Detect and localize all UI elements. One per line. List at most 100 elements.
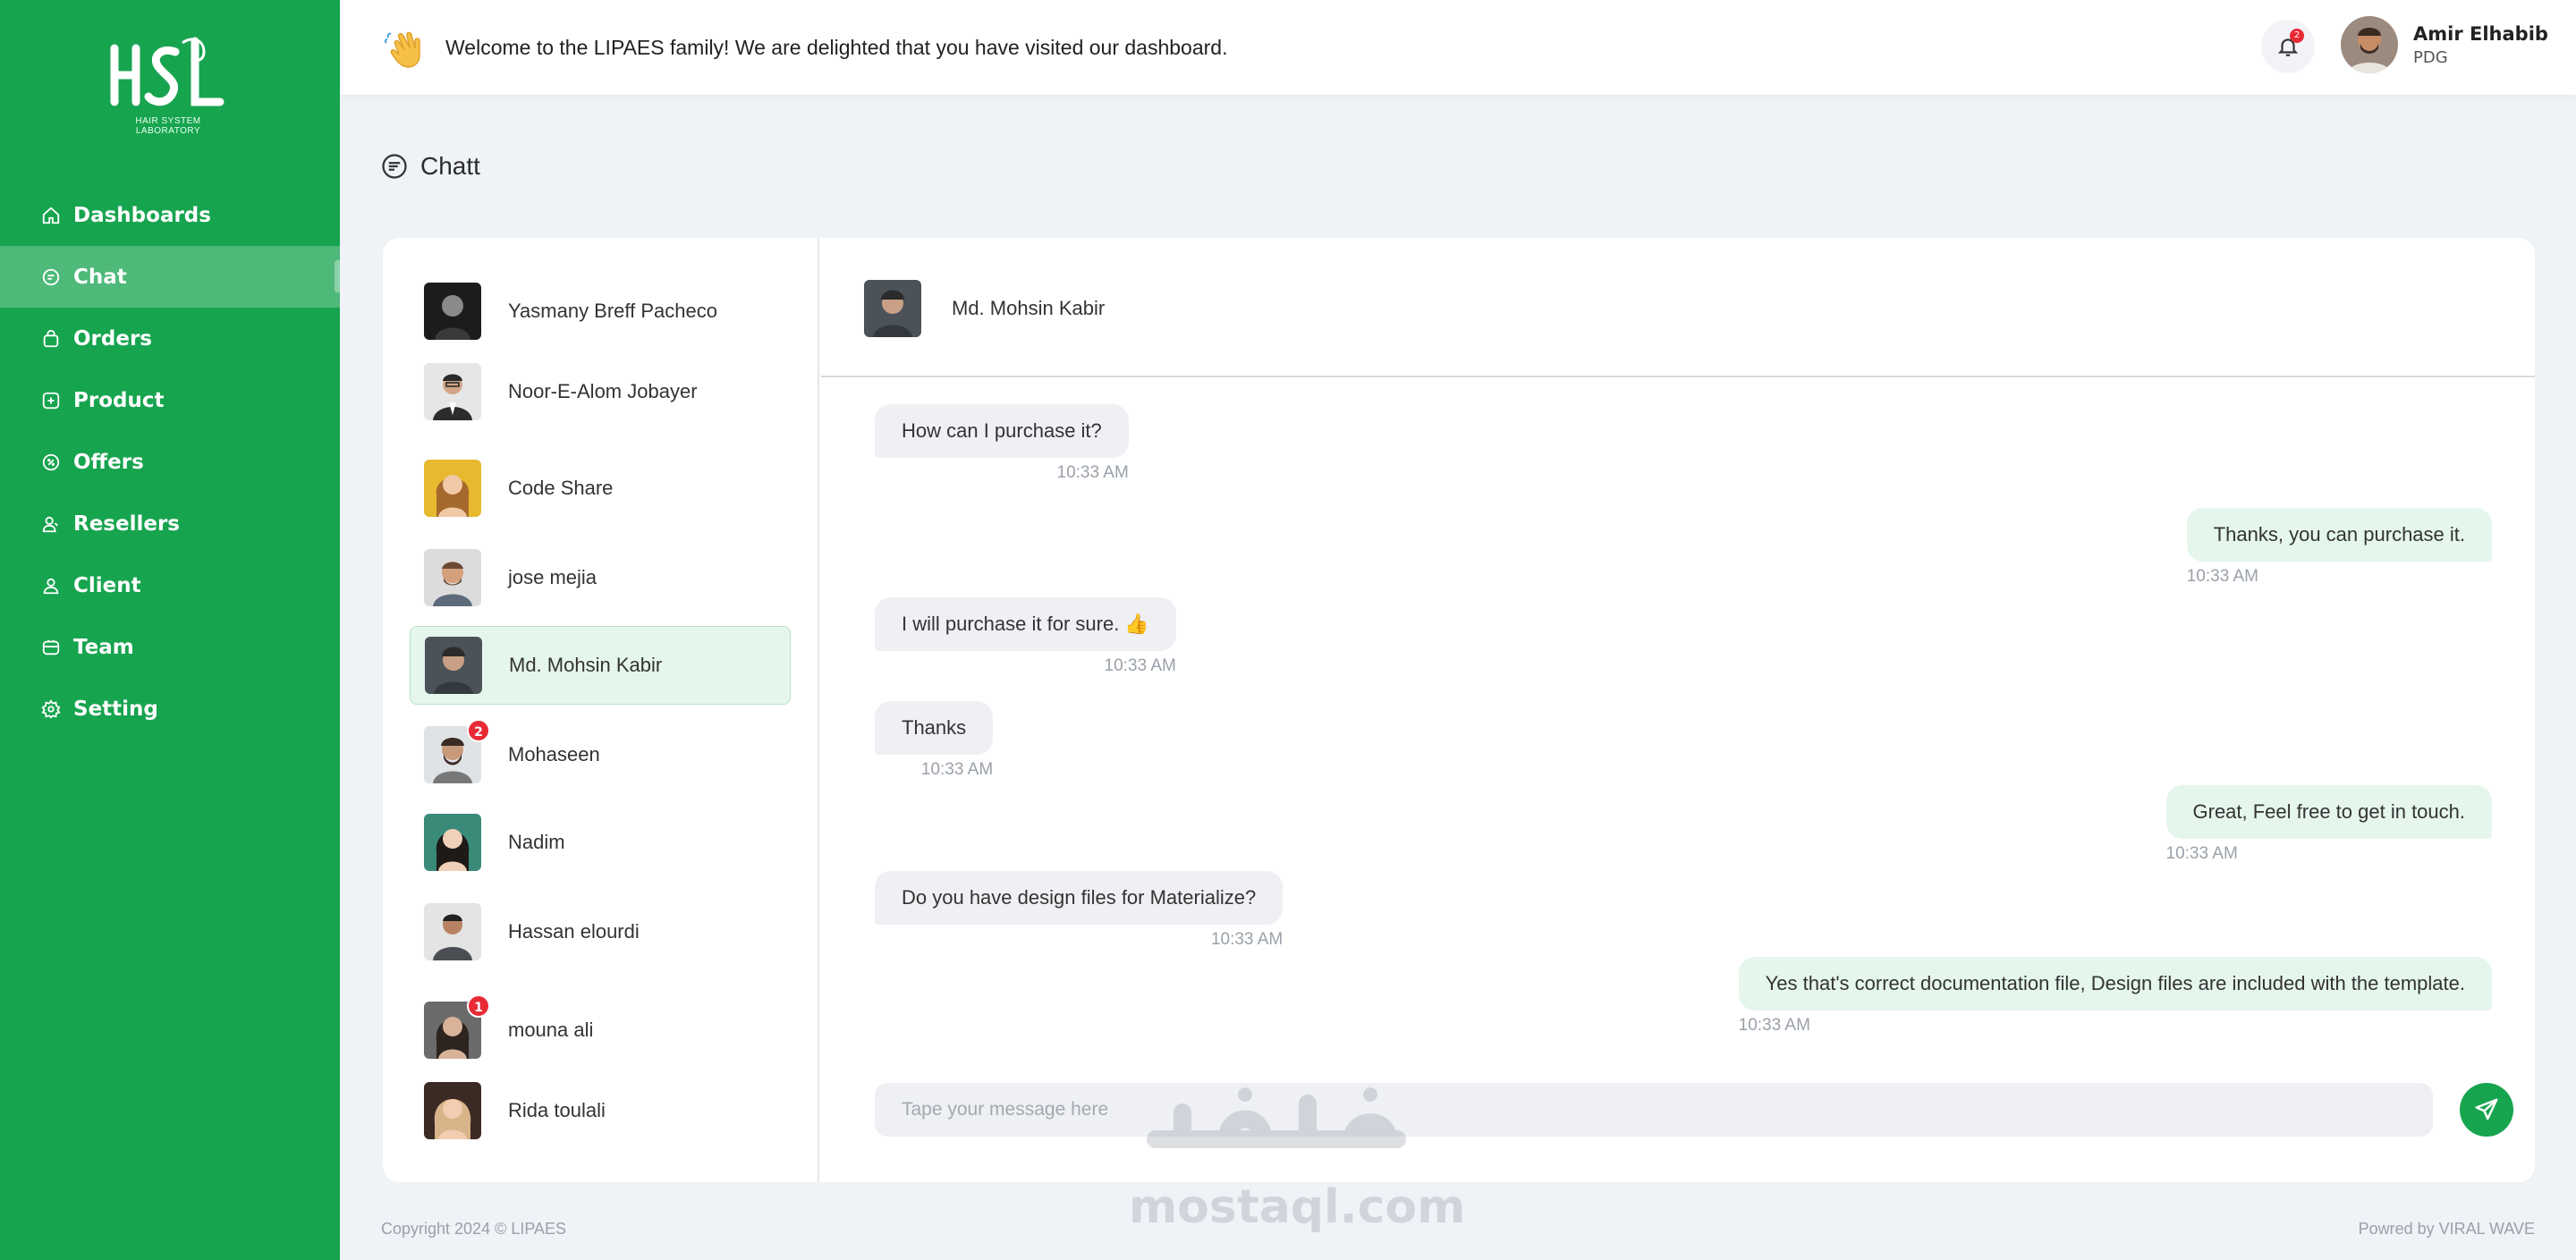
message-incoming: I will purchase it for sure. 👍 10:33 AM: [875, 597, 1176, 676]
unread-badge: 2: [467, 719, 490, 742]
notification-badge: 2: [2290, 29, 2304, 43]
message-outgoing: Great, Feel free to get in touch. 10:33 …: [2165, 785, 2492, 864]
contact-item[interactable]: Noor-E-Alom Jobayer: [410, 352, 791, 431]
sidebar-item-resellers[interactable]: Resellers: [0, 493, 340, 554]
contact-avatar: 2: [424, 719, 490, 783]
conversation-header: Md. Mohsin Kabir: [821, 238, 2535, 377]
message-time: 10:33 AM: [1738, 1016, 1810, 1035]
watermark-text: mostaql.com: [1129, 1180, 1466, 1234]
user-avatar[interactable]: [2341, 16, 2398, 73]
brand-logo[interactable]: HAIR SYSTEM LABORATORY: [106, 32, 231, 136]
contact-name: Noor-E-Alom Jobayer: [508, 380, 698, 402]
message-bubble: Yes that's correct documentation file, D…: [1738, 957, 2492, 1011]
sidebar-item-label: Product: [73, 388, 165, 412]
page-heading: Chatt: [381, 150, 480, 182]
send-button[interactable]: [2460, 1083, 2513, 1137]
message-bubble: Thanks: [875, 701, 994, 755]
message-time: 10:33 AM: [920, 760, 994, 779]
plus-box-icon: [41, 391, 61, 410]
message-time: 10:33 AM: [1210, 930, 1284, 949]
message-time: 10:33 AM: [1056, 463, 1129, 482]
contact-item[interactable]: jose mejia: [410, 538, 791, 617]
contact-item[interactable]: 2 Mohaseen: [410, 715, 791, 794]
contact-avatar: [424, 814, 481, 871]
contact-item[interactable]: 1 mouna ali: [410, 991, 791, 1070]
conversation-avatar[interactable]: [864, 280, 921, 337]
welcome-message: Welcome to the LIPAES family! We are del…: [445, 36, 1228, 59]
sidebar-nav: Dashboards Chat Orders Product Offers Re…: [0, 184, 340, 740]
user-icon: [41, 576, 61, 596]
contact-name: Yasmany Breff Pacheco: [508, 300, 717, 322]
message-time: 10:33 AM: [2165, 844, 2238, 863]
page-title: Chatt: [420, 152, 480, 180]
message-composer: [875, 1083, 2433, 1137]
contact-avatar: [424, 283, 481, 340]
sidebar-item-label: Dashboards: [73, 203, 211, 227]
chat-icon: [41, 267, 61, 287]
contact-item[interactable]: Yasmany Breff Pacheco: [410, 272, 791, 351]
contact-item[interactable]: Rida toulali: [410, 1071, 791, 1150]
sidebar: HAIR SYSTEM LABORATORY Dashboards Chat O…: [0, 0, 340, 1260]
sidebar-item-label: Setting: [73, 697, 158, 721]
gear-icon: [41, 698, 61, 719]
message-bubble: I will purchase it for sure. 👍: [875, 597, 1176, 651]
message-input[interactable]: [875, 1083, 2433, 1137]
contact-name: Rida toulali: [508, 1099, 606, 1121]
sidebar-item-chat[interactable]: Chat: [0, 246, 340, 308]
sidebar-item-setting[interactable]: Setting: [0, 678, 340, 740]
message-bubble: Do you have design files for Materialize…: [875, 871, 1284, 925]
footer-powered-by[interactable]: Powred by VIRAL WAVE: [2359, 1220, 2535, 1239]
contact-avatar: [424, 903, 481, 960]
contact-item[interactable]: Hassan elourdi: [410, 892, 791, 971]
sidebar-item-label: Team: [73, 635, 134, 659]
sidebar-item-label: Chat: [73, 265, 127, 289]
sidebar-item-dashboards[interactable]: Dashboards: [0, 184, 340, 246]
team-icon: [41, 638, 61, 657]
waving-hand-icon: [384, 31, 420, 68]
sidebar-item-client[interactable]: Client: [0, 554, 340, 616]
sidebar-item-offers[interactable]: Offers: [0, 431, 340, 493]
contact-name: Md. Mohsin Kabir: [509, 654, 663, 676]
sidebar-item-label: Resellers: [73, 512, 180, 536]
conversation-panel: Md. Mohsin Kabir How can I purchase it? …: [821, 238, 2535, 1182]
sidebar-item-label: Orders: [73, 326, 152, 351]
message-time: 10:33 AM: [1104, 656, 1176, 675]
contact-item-active[interactable]: Md. Mohsin Kabir: [410, 626, 791, 705]
message-bubble: Great, Feel free to get in touch.: [2165, 785, 2492, 839]
contact-name: Mohaseen: [508, 743, 600, 765]
chat-card: Yasmany Breff Pacheco Noor-E-Alom Jobaye…: [383, 238, 2535, 1182]
sidebar-item-team[interactable]: Team: [0, 616, 340, 678]
contact-avatar: 1: [424, 994, 490, 1059]
top-bar: Welcome to the LIPAES family! We are del…: [340, 0, 2576, 95]
sidebar-item-product[interactable]: Product: [0, 369, 340, 431]
contact-item[interactable]: Nadim: [410, 803, 791, 882]
user-role: PDG: [2413, 48, 2448, 67]
watermark-logo: [1147, 1087, 1406, 1148]
sidebar-item-orders[interactable]: Orders: [0, 308, 340, 369]
contact-name: jose mejia: [508, 566, 597, 588]
conversation-contact-name: Md. Mohsin Kabir: [952, 297, 1106, 319]
message-incoming: How can I purchase it? 10:33 AM: [875, 404, 1129, 483]
contact-name: mouna ali: [508, 1019, 594, 1041]
notification-button[interactable]: 2: [2261, 20, 2315, 73]
contact-item[interactable]: Code Share: [410, 449, 791, 528]
message-bubble: Thanks, you can purchase it.: [2186, 508, 2492, 562]
contact-name: Hassan elourdi: [508, 920, 640, 943]
message-time: 10:33 AM: [2186, 567, 2259, 586]
send-icon: [2475, 1098, 2498, 1120]
contact-avatar: [424, 1082, 481, 1139]
bag-icon: [41, 329, 61, 349]
sidebar-item-label: Client: [73, 573, 141, 597]
logo-subtitle: HAIR SYSTEM LABORATORY: [135, 116, 201, 136]
contact-list: Yasmany Breff Pacheco Noor-E-Alom Jobaye…: [383, 238, 819, 1182]
logo-mark: [110, 37, 225, 106]
footer-copyright: Copyright 2024 © LIPAES: [381, 1220, 567, 1238]
sidebar-item-label: Offers: [73, 450, 144, 474]
watermark: mostaql.com: [1129, 1077, 1466, 1238]
contact-avatar: [425, 637, 482, 694]
message-incoming: Do you have design files for Materialize…: [875, 871, 1284, 950]
message-outgoing: Yes that's correct documentation file, D…: [1738, 957, 2492, 1036]
message-outgoing: Thanks, you can purchase it. 10:33 AM: [2186, 508, 2492, 587]
contact-avatar: [424, 460, 481, 517]
contact-avatar: [424, 363, 481, 420]
